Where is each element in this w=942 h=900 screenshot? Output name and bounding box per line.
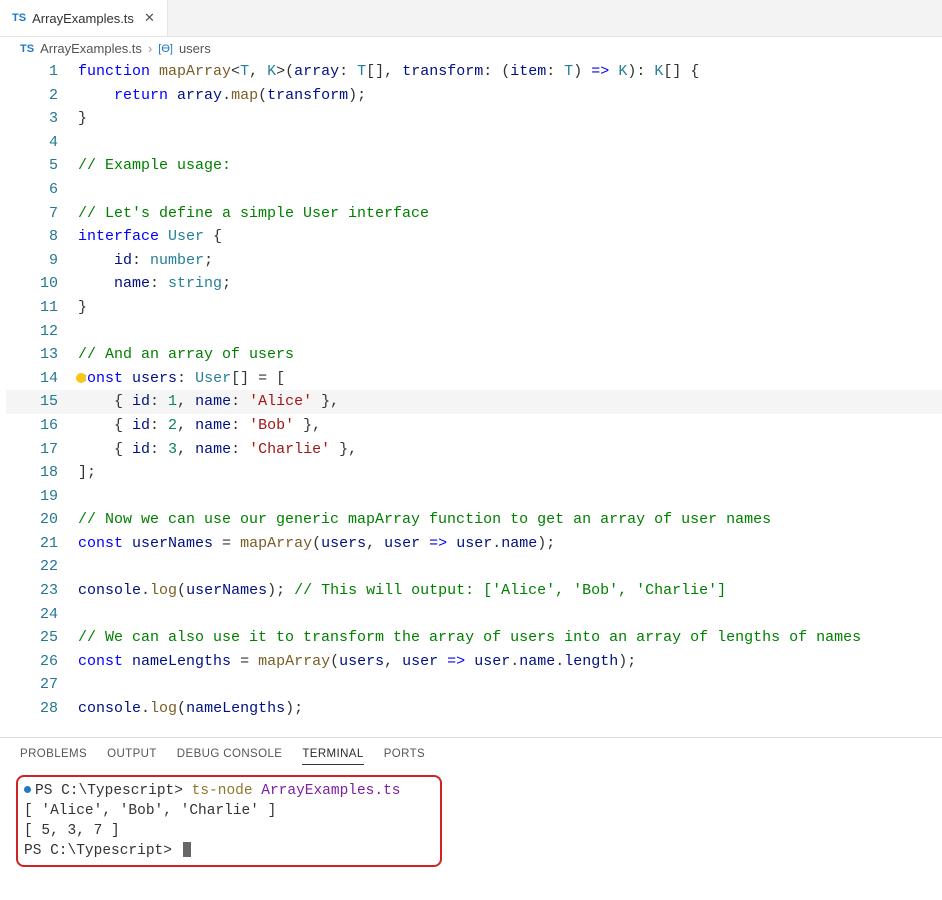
code-line: console.log(nameLengths); <box>78 697 942 721</box>
code-line: } <box>78 296 942 320</box>
lightbulb-icon[interactable] <box>76 373 86 383</box>
line-number: 1 <box>6 60 78 84</box>
cursor-icon <box>183 842 191 857</box>
code-line: name: string; <box>78 272 942 296</box>
tab-debug-console[interactable]: DEBUG CONSOLE <box>177 748 283 765</box>
chevron-right-icon: › <box>148 41 152 56</box>
code-line: // Example usage: <box>78 154 942 178</box>
variable-icon: [ϴ] <box>158 43 173 55</box>
terminal-output: [ 5, 3, 7 ] <box>24 821 432 841</box>
tab-terminal[interactable]: TERMINAL <box>302 748 363 765</box>
breadcrumb[interactable]: TS ArrayExamples.ts › [ϴ] users <box>0 37 942 60</box>
code-line: const nameLengths = mapArray(users, user… <box>78 650 942 674</box>
typescript-icon: TS <box>12 12 26 24</box>
tab-output[interactable]: OUTPUT <box>107 748 157 765</box>
code-line: // And an array of users <box>78 343 942 367</box>
code-line: { id: 3, name: 'Charlie' }, <box>78 438 942 462</box>
tab-ports[interactable]: PORTS <box>384 748 425 765</box>
editor-tabbar: TS ArrayExamples.ts ✕ <box>0 0 942 37</box>
code-line: // Now we can use our generic mapArray f… <box>78 508 942 532</box>
prompt: PS C:\Typescript> <box>24 843 181 859</box>
code-line: const users: User[] = [ <box>78 367 942 391</box>
status-dot-icon <box>24 786 31 793</box>
terminal-output: [ 'Alice', 'Bob', 'Charlie' ] <box>24 801 432 821</box>
code-line: id: number; <box>78 249 942 273</box>
code-line: console.log(userNames); // This will out… <box>78 579 942 603</box>
code-line: // We can also use it to transform the a… <box>78 626 942 650</box>
editor-tab-arrayexamples[interactable]: TS ArrayExamples.ts ✕ <box>0 0 168 36</box>
code-line: // Let's define a simple User interface <box>78 202 942 226</box>
close-icon[interactable]: ✕ <box>144 10 155 26</box>
panel-tabs: PROBLEMS OUTPUT DEBUG CONSOLE TERMINAL P… <box>0 738 942 771</box>
terminal-panel[interactable]: PS C:\Typescript> ts-node ArrayExamples.… <box>0 771 942 879</box>
typescript-icon: TS <box>20 43 34 55</box>
code-line: const userNames = mapArray(users, user =… <box>78 532 942 556</box>
code-line: } <box>78 107 942 131</box>
code-line: { id: 2, name: 'Bob' }, <box>78 414 942 438</box>
code-line: { id: 1, name: 'Alice' }, <box>78 390 942 414</box>
code-editor[interactable]: 1function mapArray<T, K>(array: T[], tra… <box>0 60 942 721</box>
prompt: PS C:\Typescript> <box>35 783 192 799</box>
breadcrumb-symbol: users <box>179 41 211 56</box>
breadcrumb-file: ArrayExamples.ts <box>40 41 142 56</box>
code-line: return array.map(transform); <box>78 84 942 108</box>
code-line: interface User { <box>78 225 942 249</box>
tab-problems[interactable]: PROBLEMS <box>20 748 87 765</box>
tab-title: ArrayExamples.ts <box>32 11 134 26</box>
highlighted-output: PS C:\Typescript> ts-node ArrayExamples.… <box>16 775 442 867</box>
code-line: ]; <box>78 461 942 485</box>
code-line: function mapArray<T, K>(array: T[], tran… <box>78 60 942 84</box>
